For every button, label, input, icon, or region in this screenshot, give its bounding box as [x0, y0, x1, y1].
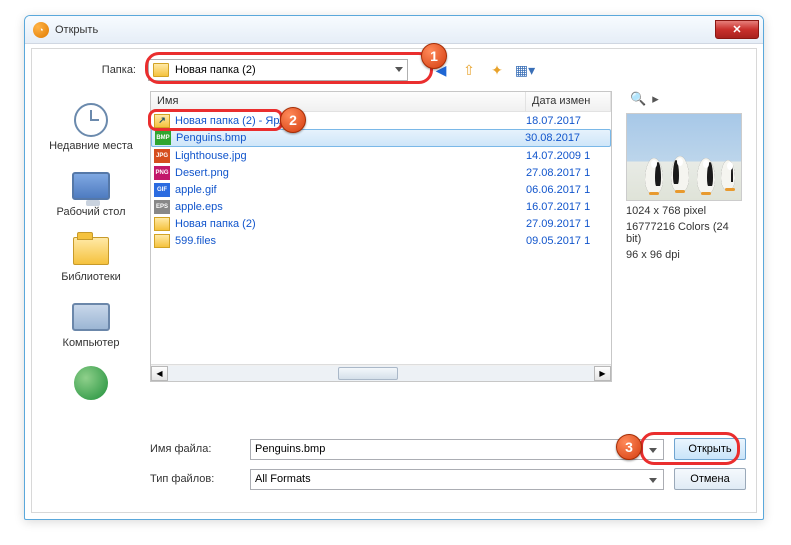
titlebar: ◔ Открыть ✕ — [25, 16, 763, 44]
folder-row: Папка: Новая папка (2) ◀ ⇧ ✦ ▦▾ — [32, 57, 756, 83]
chevron-down-icon — [649, 478, 657, 483]
file-date: 09.05.2017 1 — [526, 235, 611, 247]
preview-image — [626, 113, 742, 201]
file-date: 27.08.2017 1 — [526, 167, 611, 179]
up-icon[interactable]: ⇧ — [458, 59, 480, 81]
file-row[interactable]: Новая папка (2)27.09.2017 1 — [151, 215, 611, 232]
file-name: apple.gif — [173, 184, 526, 196]
cancel-button[interactable]: Отмена — [674, 468, 746, 490]
file-name: Penguins.bmp — [174, 132, 525, 144]
file-name: Lighthouse.jpg — [173, 150, 526, 162]
png-icon: PNG — [154, 166, 170, 180]
file-date: 27.09.2017 1 — [526, 218, 611, 230]
folder-value: Новая папка (2) — [175, 64, 256, 76]
view-menu-icon[interactable]: ▦▾ — [514, 59, 536, 81]
app-icon: ◔ — [33, 22, 49, 38]
open-button[interactable]: Открыть — [674, 438, 746, 460]
preview-colors: 16777216 Colors (24 bit) — [626, 221, 746, 245]
file-date: 18.07.2017 — [526, 115, 611, 127]
file-row[interactable]: JPGLighthouse.jpg14.07.2009 1 — [151, 147, 611, 164]
gif-icon: GIF — [154, 183, 170, 197]
toolbar-icons: ◀ ⇧ ✦ ▦▾ — [430, 59, 536, 81]
file-name: apple.eps — [173, 201, 526, 213]
open-dialog: ◔ Открыть ✕ Папка: Новая папка (2) ◀ ⇧ ✦… — [24, 15, 764, 520]
sidebar-item-libraries[interactable]: Библиотеки — [32, 234, 150, 284]
window-title: Открыть — [55, 24, 98, 36]
file-date: 14.07.2009 1 — [526, 150, 611, 162]
recent-places-icon — [74, 103, 108, 137]
horizontal-scrollbar[interactable]: ◀ ▶ — [151, 364, 611, 381]
file-list: Имя Дата измен ↗Новая папка (2) - Ярлык1… — [150, 91, 612, 382]
places-sidebar: Недавние места Рабочий стол Библиотеки К… — [32, 91, 150, 402]
folder-icon — [154, 217, 170, 231]
file-date: 06.06.2017 1 — [526, 184, 611, 196]
column-date[interactable]: Дата измен — [526, 92, 611, 111]
file-row[interactable]: GIFapple.gif06.06.2017 1 — [151, 181, 611, 198]
desktop-icon — [72, 172, 110, 200]
file-list-body[interactable]: ↗Новая папка (2) - Ярлык18.07.2017BMPPen… — [151, 112, 611, 363]
file-name: Desert.png — [173, 167, 526, 179]
chevron-down-icon — [649, 448, 657, 453]
file-name: Новая папка (2) — [173, 218, 526, 230]
sidebar-item-computer[interactable]: Компьютер — [32, 300, 150, 350]
eps-icon: EPS — [154, 200, 170, 214]
file-row[interactable]: BMPPenguins.bmp30.08.2017 — [151, 129, 611, 147]
callout-badge-1: 1 — [421, 43, 447, 69]
filetype-dropdown[interactable]: All Formats — [250, 469, 664, 490]
scroll-right-button[interactable]: ▶ — [594, 366, 611, 381]
jpg-icon: JPG — [154, 149, 170, 163]
preview-pane: 🔍 ▸ 1024 x 768 pixel 16777216 Colors (24… — [626, 91, 746, 261]
preview-dimensions: 1024 x 768 pixel — [626, 205, 746, 217]
network-icon — [74, 366, 108, 400]
column-name[interactable]: Имя — [151, 92, 526, 111]
file-name: 599.files — [173, 235, 526, 247]
folder-label: Папка: — [42, 64, 148, 76]
scroll-left-button[interactable]: ◀ — [151, 366, 168, 381]
sidebar-item-recent[interactable]: Недавние места — [32, 103, 150, 153]
file-list-header: Имя Дата измен — [151, 92, 611, 112]
file-row[interactable]: ↗Новая папка (2) - Ярлык18.07.2017 — [151, 112, 611, 129]
close-button[interactable]: ✕ — [715, 20, 759, 39]
folder-icon — [153, 63, 169, 77]
file-date: 30.08.2017 — [525, 132, 610, 144]
computer-icon — [72, 303, 110, 331]
filetype-label: Тип файлов: — [150, 473, 250, 485]
scroll-track[interactable] — [168, 366, 594, 381]
file-date: 16.07.2017 1 — [526, 201, 611, 213]
new-folder-icon[interactable]: ✦ — [486, 59, 508, 81]
sidebar-item-desktop[interactable]: Рабочий стол — [32, 169, 150, 219]
file-row[interactable]: 599.files09.05.2017 1 — [151, 232, 611, 249]
file-name: Новая папка (2) - Ярлык — [173, 115, 526, 127]
preview-dpi: 96 x 96 dpi — [626, 249, 746, 261]
preview-next-icon[interactable]: ▸ — [652, 91, 659, 107]
libraries-icon — [73, 237, 109, 265]
filename-label: Имя файла: — [150, 443, 250, 455]
folder-icon — [154, 234, 170, 248]
filename-field[interactable]: Penguins.bmp — [250, 439, 664, 460]
dialog-content: Папка: Новая папка (2) ◀ ⇧ ✦ ▦▾ 1 Недавн… — [31, 48, 757, 513]
bmp-icon: BMP — [155, 131, 171, 145]
chevron-down-icon — [395, 67, 403, 72]
folder-dropdown[interactable]: Новая папка (2) — [148, 59, 408, 81]
sidebar-item-network[interactable] — [32, 366, 150, 400]
bottom-controls: Имя файла: Penguins.bmp Открыть Тип файл… — [150, 438, 746, 498]
file-row[interactable]: EPSapple.eps16.07.2017 1 — [151, 198, 611, 215]
file-row[interactable]: PNGDesert.png27.08.2017 1 — [151, 164, 611, 181]
callout-badge-2: 2 — [280, 107, 306, 133]
preview-zoom-icon[interactable]: 🔍 — [630, 91, 646, 107]
shortcut-icon: ↗ — [154, 114, 170, 128]
callout-badge-3: 3 — [616, 434, 642, 460]
scroll-thumb[interactable] — [338, 367, 398, 380]
